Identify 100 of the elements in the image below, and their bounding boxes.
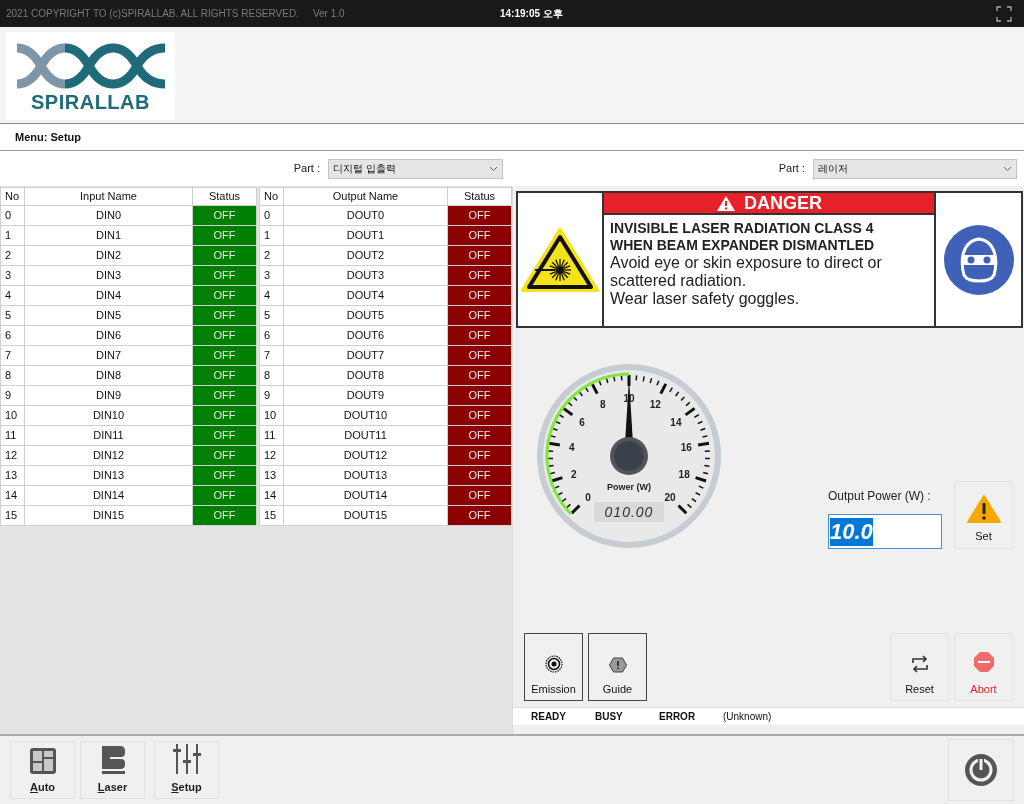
gauge-label: Power (W) [607,482,651,492]
table-cell: DOUT3 [283,265,448,285]
abort-button[interactable]: Abort [954,633,1013,701]
table-cell: 0 [259,205,284,225]
copyright-text: 2021 COPYRIGHT TO (c)SPIRALLAB. ALL RIGHTS RESERVED. [6,7,299,21]
table-cell: 2 [0,245,25,265]
scale-label: 12 [649,399,661,411]
table-cell: DIN14 [24,485,193,505]
output-power-field[interactable]: 10.0 [828,514,942,549]
set-button[interactable]: Set [954,481,1013,549]
part-dropdown[interactable]: 레이저 [813,158,1017,179]
table-cell: DIN9 [24,385,193,405]
table-cell: DIN6 [24,325,193,345]
part-label: Part : [293,161,320,177]
scale-label: 0 [585,492,591,503]
table-cell: DOUT0 [283,205,448,225]
danger-title: DANGER [744,194,822,212]
scale-label: 14 [670,416,682,428]
warning-heading: WHEN BEAM EXPANDER DISMANTLED [610,237,876,254]
table-cell: DIN0 [24,205,193,225]
table-cell: 12 [0,445,25,465]
emission-button[interactable]: Emission [524,633,583,701]
status-text: (Unknown) [723,710,772,724]
table-cell: 11 [259,425,284,445]
table-cell: DOUT4 [283,285,448,305]
table-cell: 1 [0,225,25,245]
table-cell: 9 [259,385,284,405]
nav-button[interactable]: Laser [80,741,145,799]
warning-text: Wear laser safety goggles. [610,290,801,308]
scale-label: 8 [599,399,606,411]
table-cell: DOUT7 [283,345,448,365]
table-cell: 10 [0,405,25,425]
table-cell: DIN5 [24,305,193,325]
table-cell: 14 [259,485,284,505]
table-cell: 14 [0,485,25,505]
table-cell: DIN15 [24,505,193,525]
menu-title: Menu: Setup [15,129,81,145]
table-cell: 8 [0,365,25,385]
table-cell: 7 [0,345,25,365]
table-cell: DIN11 [24,425,193,445]
table-cell: 13 [0,465,25,485]
nav-button[interactable]: Setup [154,741,219,799]
scale-label: 20 [664,492,676,503]
table-cell: DOUT11 [283,425,448,445]
table-cell: DOUT5 [283,305,448,325]
table-cell: DOUT10 [283,405,448,425]
gauge-readout: 010.00 [594,502,664,522]
table-cell: 12 [259,445,284,465]
table-cell: DIN3 [24,265,193,285]
table-cell: DOUT15 [283,505,448,525]
table-cell: DOUT12 [283,445,448,465]
table-cell: 9 [0,385,25,405]
table-cell: 1 [259,225,284,245]
output-power-label: Output Power (W) : [828,488,932,505]
table-cell: DOUT13 [283,465,448,485]
scale-label: 6 [579,416,585,428]
table-cell: DOUT9 [283,385,448,405]
table-cell: DIN7 [24,345,193,365]
status-text: BUSY [595,710,624,724]
table-cell: DIN2 [24,245,193,265]
column-header: Output Name [283,187,448,205]
table-cell: 10 [259,405,284,425]
table-cell: 4 [259,285,284,305]
scale-label: 4 [568,441,575,453]
table-cell: DIN13 [24,465,193,485]
logo-text: SPIRALLAB [31,90,150,114]
table-cell: DIN10 [24,405,193,425]
scale-label: 16 [680,441,692,453]
table-cell: 6 [0,325,25,345]
table-cell: 5 [259,305,284,325]
table-cell: DOUT8 [283,365,448,385]
clock-text: 14:19:05 오후 [500,7,563,21]
table-cell: 6 [259,325,284,345]
version-text: Ver 1.0 [312,7,345,21]
table-cell: 13 [259,465,284,485]
table-cell: DIN8 [24,365,193,385]
table-cell: DIN4 [24,285,193,305]
column-header: No [259,187,284,205]
column-header: Status [447,187,512,205]
column-header: Status [192,187,257,205]
part-label: Part : [778,161,805,177]
table-cell: 4 [0,285,25,305]
warning-heading: INVISIBLE LASER RADIATION CLASS 4 [610,220,875,237]
table-cell: DIN12 [24,445,193,465]
table-cell: 11 [0,425,25,445]
table-cell: 5 [0,305,25,325]
column-header: No [0,187,25,205]
part-dropdown[interactable]: 디지털 입출력 [328,158,503,179]
table-cell: 3 [0,265,25,285]
warning-text: Avoid eye or skin exposure to direct or scattered radiation. [610,254,883,290]
table-cell: 2 [259,245,284,265]
table-cell: DOUT6 [283,325,448,345]
table-cell: 3 [259,265,284,285]
status-text: READY [531,710,567,724]
table-cell: DIN1 [24,225,193,245]
table-cell: 0 [0,205,25,225]
table-cell: DOUT14 [283,485,448,505]
nav-button[interactable]: Auto [10,741,75,799]
reset-button[interactable]: Reset [890,633,949,701]
guide-button[interactable]: Guide [588,633,647,701]
